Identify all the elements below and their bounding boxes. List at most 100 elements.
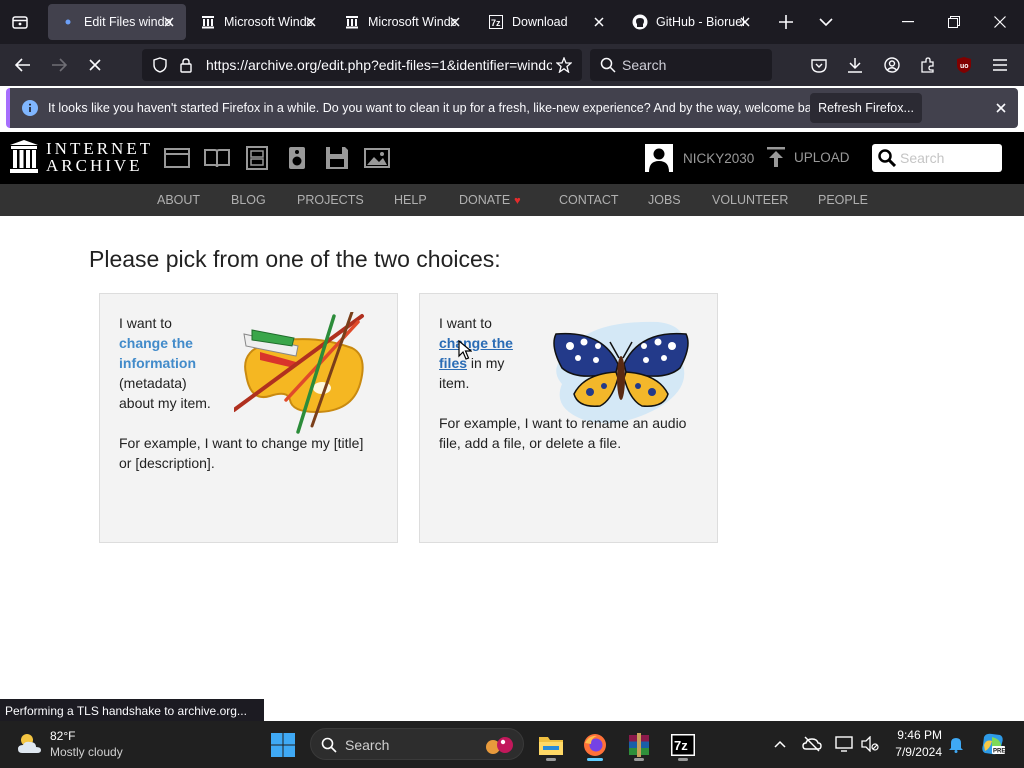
- navigation-toolbar: https://archive.org/edit.php?edit-files=…: [0, 44, 1024, 86]
- back-button[interactable]: [8, 50, 38, 80]
- bookmark-star-icon[interactable]: [556, 57, 572, 73]
- arrow-right-icon: [52, 58, 67, 72]
- nav-projects[interactable]: PROJECTS: [297, 193, 364, 207]
- tab-edit-files[interactable]: Edit Files window: [48, 4, 186, 40]
- active-indicator: [587, 758, 603, 761]
- upload-link[interactable]: UPLOAD: [794, 150, 850, 165]
- info-icon: [22, 100, 38, 116]
- username-link[interactable]: NICKY2030: [683, 151, 754, 166]
- refresh-firefox-button[interactable]: Refresh Firefox...: [810, 93, 922, 123]
- close-tab-icon[interactable]: [446, 13, 464, 31]
- tracking-protection-shield-icon[interactable]: [152, 57, 168, 73]
- images-icon[interactable]: [364, 146, 390, 170]
- taskbar-search-box[interactable]: Search: [310, 728, 524, 760]
- nav-donate-label: DONATE: [459, 193, 511, 207]
- tab-title: Microsoft Window: [368, 15, 456, 29]
- user-avatar-icon[interactable]: [645, 144, 673, 172]
- change-metadata-link[interactable]: change the information: [119, 333, 229, 373]
- video-film-icon[interactable]: [244, 146, 270, 170]
- logo-line-2: ARCHIVE: [46, 156, 143, 175]
- svg-text:uo: uo: [960, 63, 969, 70]
- nav-help[interactable]: HELP: [394, 193, 427, 207]
- taskbar-search-placeholder: Search: [345, 737, 390, 753]
- taskbar-file-explorer[interactable]: [534, 728, 568, 762]
- url-bar[interactable]: https://archive.org/edit.php?edit-files=…: [142, 49, 582, 81]
- account-icon: [884, 57, 900, 73]
- close-tab-icon[interactable]: [160, 13, 178, 31]
- tab-github[interactable]: GitHub - Bioruebe: [620, 4, 762, 40]
- copilot-icon: PRE: [982, 733, 1005, 755]
- taskbar-7zip[interactable]: 7z: [666, 728, 700, 762]
- cloudy-weather-icon[interactable]: [16, 731, 44, 757]
- nav-volunteer[interactable]: VOLUNTEER: [712, 193, 788, 207]
- taskbar-firefox[interactable]: [578, 728, 612, 762]
- url-text[interactable]: https://archive.org/edit.php?edit-files=…: [206, 57, 552, 73]
- windows-taskbar: 82°F Mostly cloudy Search 7z 9:46 PM 7/9…: [0, 721, 1024, 768]
- copilot-button[interactable]: PRE: [980, 731, 1006, 757]
- clock-time[interactable]: 9:46 PM: [890, 728, 942, 742]
- nav-people[interactable]: PEOPLE: [818, 193, 868, 207]
- downloads-button[interactable]: [840, 50, 870, 80]
- lock-icon[interactable]: [178, 57, 194, 73]
- nav-jobs[interactable]: JOBS: [648, 193, 681, 207]
- tab-download[interactable]: 7z Download: [476, 4, 616, 40]
- restore-window-button[interactable]: [940, 8, 968, 36]
- texts-book-icon[interactable]: [204, 146, 230, 170]
- link-line: change the: [439, 335, 513, 351]
- cloud-offline-icon: [802, 736, 822, 752]
- tab-title: Microsoft Window: [224, 15, 312, 29]
- start-button[interactable]: [266, 728, 300, 762]
- close-window-button[interactable]: [986, 8, 1014, 36]
- tab-microsoft-window-2[interactable]: Microsoft Window: [332, 4, 472, 40]
- choice-line: I want to: [439, 315, 492, 331]
- list-all-tabs-button[interactable]: [6, 8, 34, 36]
- archive-icon: [344, 14, 360, 30]
- onedrive-tray-icon[interactable]: [802, 734, 822, 754]
- search-icon: [878, 149, 896, 167]
- upload-arrow-icon[interactable]: [766, 146, 786, 168]
- nav-contact[interactable]: CONTACT: [559, 193, 619, 207]
- taskbar-winrar[interactable]: [622, 728, 656, 762]
- show-hidden-icons-button[interactable]: [770, 734, 790, 754]
- nav-blog[interactable]: BLOG: [231, 193, 266, 207]
- network-tray-icon[interactable]: [834, 734, 854, 754]
- archive-search-input[interactable]: Search: [872, 144, 1002, 172]
- close-tab-icon[interactable]: [302, 13, 320, 31]
- page-title: Please pick from one of the two choices:: [89, 246, 501, 272]
- stop-loading-button[interactable]: [80, 50, 110, 80]
- archive-logo-icon[interactable]: [10, 140, 38, 174]
- choice-metadata-text: I want to change the information (metada…: [119, 313, 229, 413]
- search-placeholder: Search: [622, 57, 667, 73]
- close-tab-icon[interactable]: [736, 13, 754, 31]
- volume-tray-icon[interactable]: [860, 734, 880, 754]
- account-button[interactable]: [877, 50, 907, 80]
- close-tab-icon[interactable]: [590, 13, 608, 31]
- weather-description[interactable]: Mostly cloudy: [50, 745, 123, 759]
- audio-speaker-icon[interactable]: [284, 146, 310, 170]
- minimize-window-button[interactable]: [894, 8, 922, 36]
- weather-temperature[interactable]: 82°F: [50, 729, 75, 743]
- ublock-origin-button[interactable]: uo: [949, 50, 979, 80]
- choice-files-text: I want to change the files in my item.: [439, 313, 549, 393]
- app-menu-button[interactable]: [985, 50, 1015, 80]
- butterfly-illustration: [553, 321, 689, 424]
- extensions-button[interactable]: [913, 50, 943, 80]
- nav-about[interactable]: ABOUT: [157, 193, 200, 207]
- pocket-button[interactable]: [804, 50, 834, 80]
- 7zip-icon: 7z: [488, 14, 504, 30]
- clock-date[interactable]: 7/9/2024: [880, 745, 942, 759]
- speaker-muted-icon: [861, 736, 879, 752]
- archive-logo-text[interactable]: INTERNET ARCHIVE: [46, 140, 153, 174]
- nav-donate[interactable]: DONATE ♥: [459, 193, 521, 207]
- close-icon[interactable]: [992, 99, 1010, 117]
- list-tabs-dropdown[interactable]: [812, 8, 840, 36]
- new-tab-button[interactable]: [772, 8, 800, 36]
- change-files-link[interactable]: change the: [439, 333, 549, 353]
- web-icon[interactable]: [164, 146, 190, 170]
- notifications-button[interactable]: [946, 734, 966, 754]
- software-floppy-icon[interactable]: [324, 146, 350, 170]
- forward-button[interactable]: [44, 50, 74, 80]
- search-bar[interactable]: Search: [590, 49, 772, 81]
- winrar-icon: [629, 733, 649, 757]
- tab-microsoft-window-1[interactable]: Microsoft Window: [188, 4, 328, 40]
